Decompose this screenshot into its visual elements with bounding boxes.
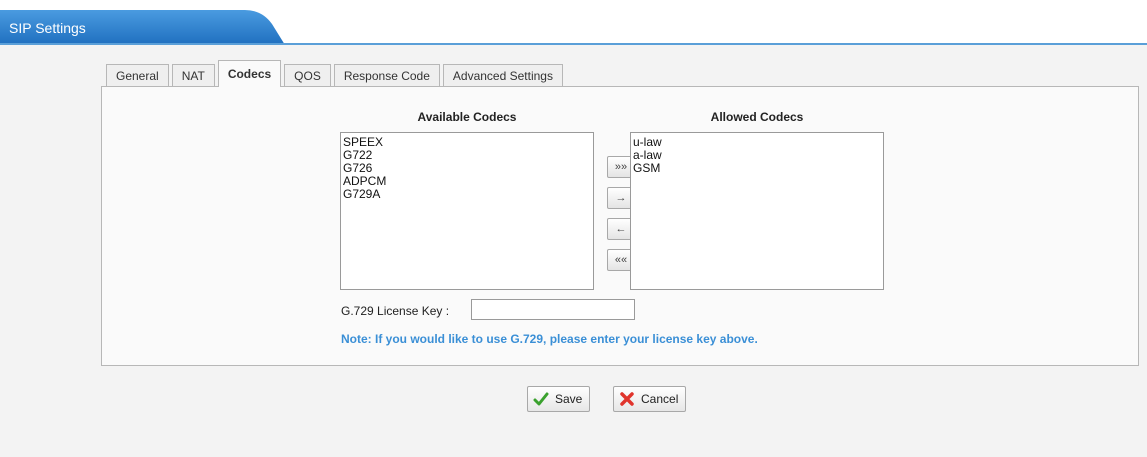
tab-advanced-settings[interactable]: Advanced Settings [442, 64, 563, 86]
list-item[interactable]: ADPCM [343, 175, 591, 188]
license-key-label: G.729 License Key : [341, 304, 450, 318]
tab-codecs[interactable]: Codecs [217, 60, 282, 87]
move-all-right-icon: »» [614, 161, 628, 173]
x-icon [620, 392, 634, 406]
allowed-codecs-list[interactable]: u-law a-law GSM [630, 132, 884, 290]
header-divider [0, 43, 1147, 45]
list-item[interactable]: G729A [343, 188, 591, 201]
tab-nat[interactable]: NAT [171, 64, 215, 86]
allowed-codecs-title: Allowed Codecs [710, 110, 804, 124]
list-item[interactable]: u-law [633, 136, 881, 149]
tab-response-code[interactable]: Response Code [333, 64, 440, 86]
list-item[interactable]: G722 [343, 149, 591, 162]
move-left-icon: ← [615, 223, 627, 235]
header-bar: SIP Settings [0, 0, 1147, 45]
settings-tabs: General NAT Codecs QOS Response Code Adv… [106, 60, 566, 87]
list-item[interactable]: SPEEX [343, 136, 591, 149]
license-key-input[interactable] [471, 299, 635, 320]
cancel-button[interactable]: Cancel [613, 386, 687, 412]
move-all-left-icon: «« [614, 254, 628, 266]
list-item[interactable]: a-law [633, 149, 881, 162]
available-codecs-list[interactable]: SPEEX G722 G726 ADPCM G729A [340, 132, 594, 290]
tab-qos[interactable]: QOS [284, 64, 331, 86]
header-tab: SIP Settings [0, 10, 300, 45]
tab-general[interactable]: General [106, 64, 169, 86]
license-note: Note: If you would like to use G.729, pl… [341, 332, 758, 346]
available-codecs-title: Available Codecs [417, 110, 517, 124]
list-item[interactable]: GSM [633, 162, 881, 175]
save-button[interactable]: Save [527, 386, 591, 412]
save-label: Save [555, 392, 583, 406]
cancel-label: Cancel [641, 392, 679, 406]
page-title: SIP Settings [9, 20, 86, 36]
move-right-icon: → [615, 192, 627, 204]
checkmark-icon [533, 392, 549, 406]
